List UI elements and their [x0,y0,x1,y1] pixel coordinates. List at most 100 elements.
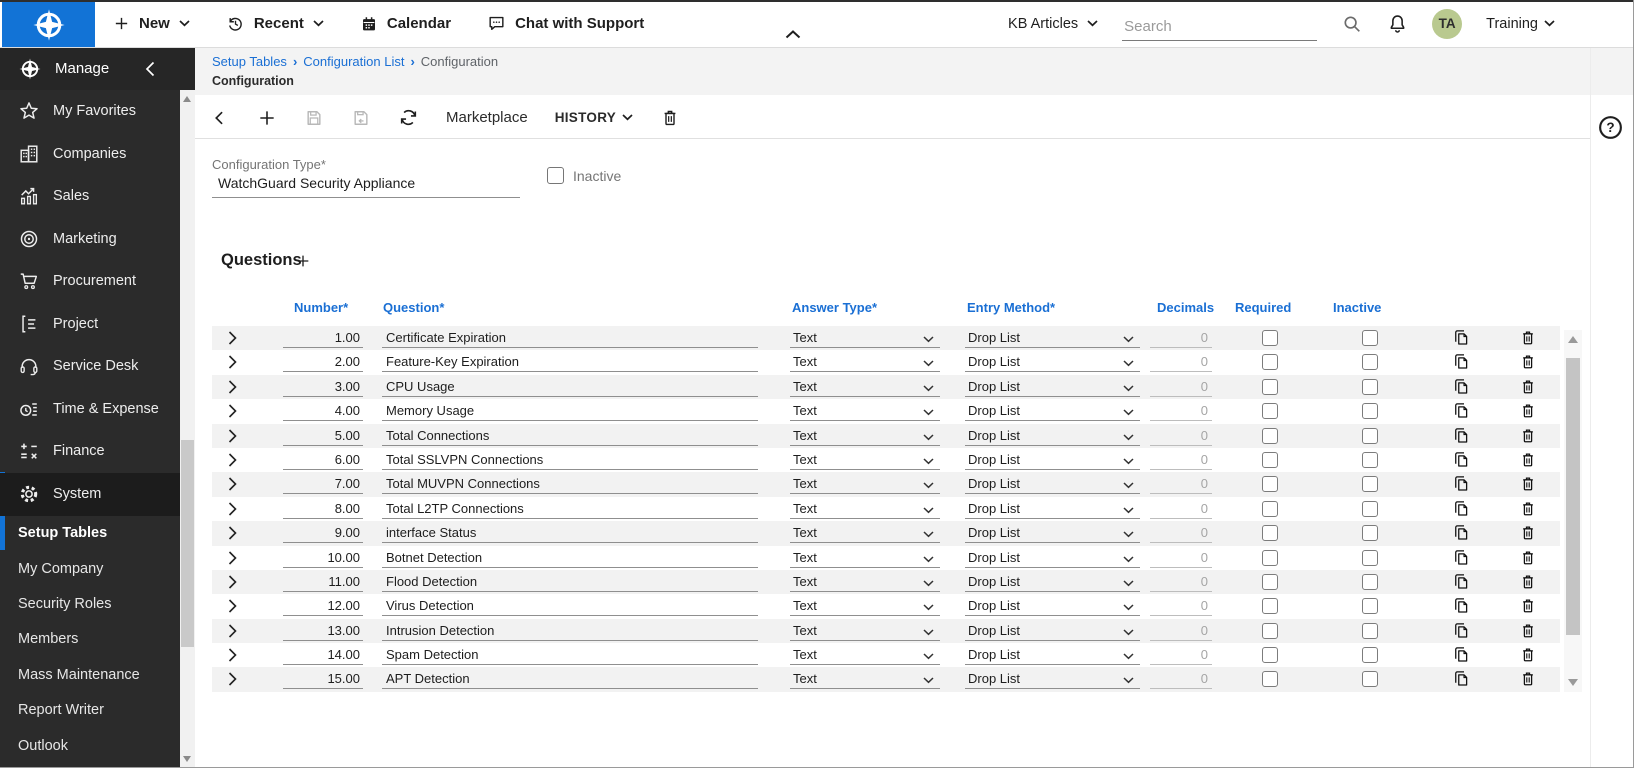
required-checkbox[interactable] [1262,550,1278,566]
answer-type-select[interactable]: Text [790,669,940,689]
expand-row-button[interactable] [228,599,237,613]
expand-row-button[interactable] [228,551,237,565]
sidebar-item-procurement[interactable]: Procurement [0,260,180,303]
delete-row-icon[interactable] [1519,573,1537,593]
entry-method-select[interactable]: Drop List [965,426,1140,446]
add-question-icon[interactable] [295,253,311,269]
inactive-checkbox[interactable] [1362,550,1378,566]
sidebar-item-marketing[interactable]: Marketing [0,218,180,261]
copy-row-icon[interactable] [1452,402,1470,422]
expand-row-button[interactable] [228,502,237,516]
search-icon[interactable] [1341,13,1363,35]
copy-row-icon[interactable] [1452,549,1470,569]
save-and-close-button[interactable] [351,108,371,128]
sidebar-subitem-my-company[interactable]: My Company [0,551,180,586]
inactive-checkbox[interactable] [547,167,564,184]
decimals-input[interactable]: 0 [1150,474,1212,494]
account-menu[interactable]: Training [1486,16,1555,32]
question-input[interactable]: Virus Detection [382,596,758,616]
inactive-checkbox[interactable] [1362,379,1378,395]
entry-method-select[interactable]: Drop List [965,572,1140,592]
copy-row-icon[interactable] [1452,646,1470,666]
table-scrollbar[interactable] [1564,330,1582,692]
entry-method-select[interactable]: Drop List [965,669,1140,689]
expand-row-button[interactable] [228,526,237,540]
delete-row-icon[interactable] [1519,329,1537,349]
question-input[interactable]: CPU Usage [382,377,758,397]
answer-type-select[interactable]: Text [790,426,940,446]
scroll-up-arrow[interactable] [183,96,191,102]
delete-row-icon[interactable] [1519,670,1537,690]
decimals-input[interactable]: 0 [1150,669,1212,689]
notifications-bell-icon[interactable] [1387,13,1408,34]
expand-row-button[interactable] [228,477,237,491]
entry-method-select[interactable]: Drop List [965,328,1140,348]
sidebar-item-project[interactable]: Project [0,303,180,346]
entry-method-select[interactable]: Drop List [965,450,1140,470]
question-input[interactable]: APT Detection [382,669,758,689]
entry-method-select[interactable]: Drop List [965,621,1140,641]
required-checkbox[interactable] [1262,403,1278,419]
sidebar-item-finance[interactable]: Finance [0,430,180,473]
entry-method-select[interactable]: Drop List [965,499,1140,519]
sidebar-subitem-setup-tables[interactable]: Setup Tables [0,516,180,551]
delete-row-icon[interactable] [1519,622,1537,642]
answer-type-select[interactable]: Text [790,499,940,519]
required-checkbox[interactable] [1262,525,1278,541]
sidebar-item-companies[interactable]: Companies [0,133,180,176]
delete-row-icon[interactable] [1519,353,1537,373]
refresh-icon[interactable] [398,107,419,128]
expand-row-button[interactable] [228,355,237,369]
answer-type-select[interactable]: Text [790,523,940,543]
delete-row-icon[interactable] [1519,646,1537,666]
scroll-down-arrow[interactable] [183,756,191,762]
number-input[interactable]: 5.00 [283,426,363,446]
search-input[interactable] [1122,17,1317,36]
number-input[interactable]: 8.00 [283,499,363,519]
decimals-input[interactable]: 0 [1150,401,1212,421]
decimals-input[interactable]: 0 [1150,596,1212,616]
entry-method-select[interactable]: Drop List [965,596,1140,616]
scroll-down-arrow[interactable] [1568,679,1578,686]
new-menu[interactable]: New [113,15,190,32]
copy-row-icon[interactable] [1452,573,1470,593]
decimals-input[interactable]: 0 [1150,572,1212,592]
answer-type-select[interactable]: Text [790,596,940,616]
sidebar-item-system[interactable]: System [0,473,180,516]
sidebar-item-my-favorites[interactable]: My Favorites [0,90,180,133]
question-input[interactable]: Certificate Expiration [382,328,758,348]
expand-row-button[interactable] [228,404,237,418]
copy-row-icon[interactable] [1452,597,1470,617]
answer-type-select[interactable]: Text [790,377,940,397]
required-checkbox[interactable] [1262,476,1278,492]
answer-type-select[interactable]: Text [790,328,940,348]
scrollbar-thumb[interactable] [181,440,194,647]
recent-menu[interactable]: Recent [226,14,324,33]
sidebar-subitem-report-writer[interactable]: Report Writer [0,692,180,727]
copy-row-icon[interactable] [1452,451,1470,471]
inactive-checkbox[interactable] [1362,403,1378,419]
expand-row-button[interactable] [228,331,237,345]
delete-button[interactable] [660,108,680,128]
sidebar-subitem-security-roles[interactable]: Security Roles [0,586,180,621]
question-input[interactable]: Feature-Key Expiration [382,352,758,372]
question-input[interactable]: Flood Detection [382,572,758,592]
copy-row-icon[interactable] [1452,427,1470,447]
inactive-checkbox[interactable] [1362,501,1378,517]
config-type-input[interactable]: WatchGuard Security Appliance [212,175,520,198]
inactive-checkbox[interactable] [1362,428,1378,444]
sidebar-subitem-outlook[interactable]: Outlook [0,728,180,763]
inactive-checkbox[interactable] [1362,623,1378,639]
sidebar-subitem-mass-maintenance[interactable]: Mass Maintenance [0,657,180,692]
expand-row-button[interactable] [228,429,237,443]
inactive-checkbox[interactable] [1362,574,1378,590]
required-checkbox[interactable] [1262,574,1278,590]
answer-type-select[interactable]: Text [790,572,940,592]
number-input[interactable]: 6.00 [283,450,363,470]
inactive-checkbox[interactable] [1362,354,1378,370]
help-icon[interactable]: ? [1597,114,1624,141]
number-input[interactable]: 4.00 [283,401,363,421]
entry-method-select[interactable]: Drop List [965,523,1140,543]
number-input[interactable]: 9.00 [283,523,363,543]
inactive-checkbox[interactable] [1362,525,1378,541]
